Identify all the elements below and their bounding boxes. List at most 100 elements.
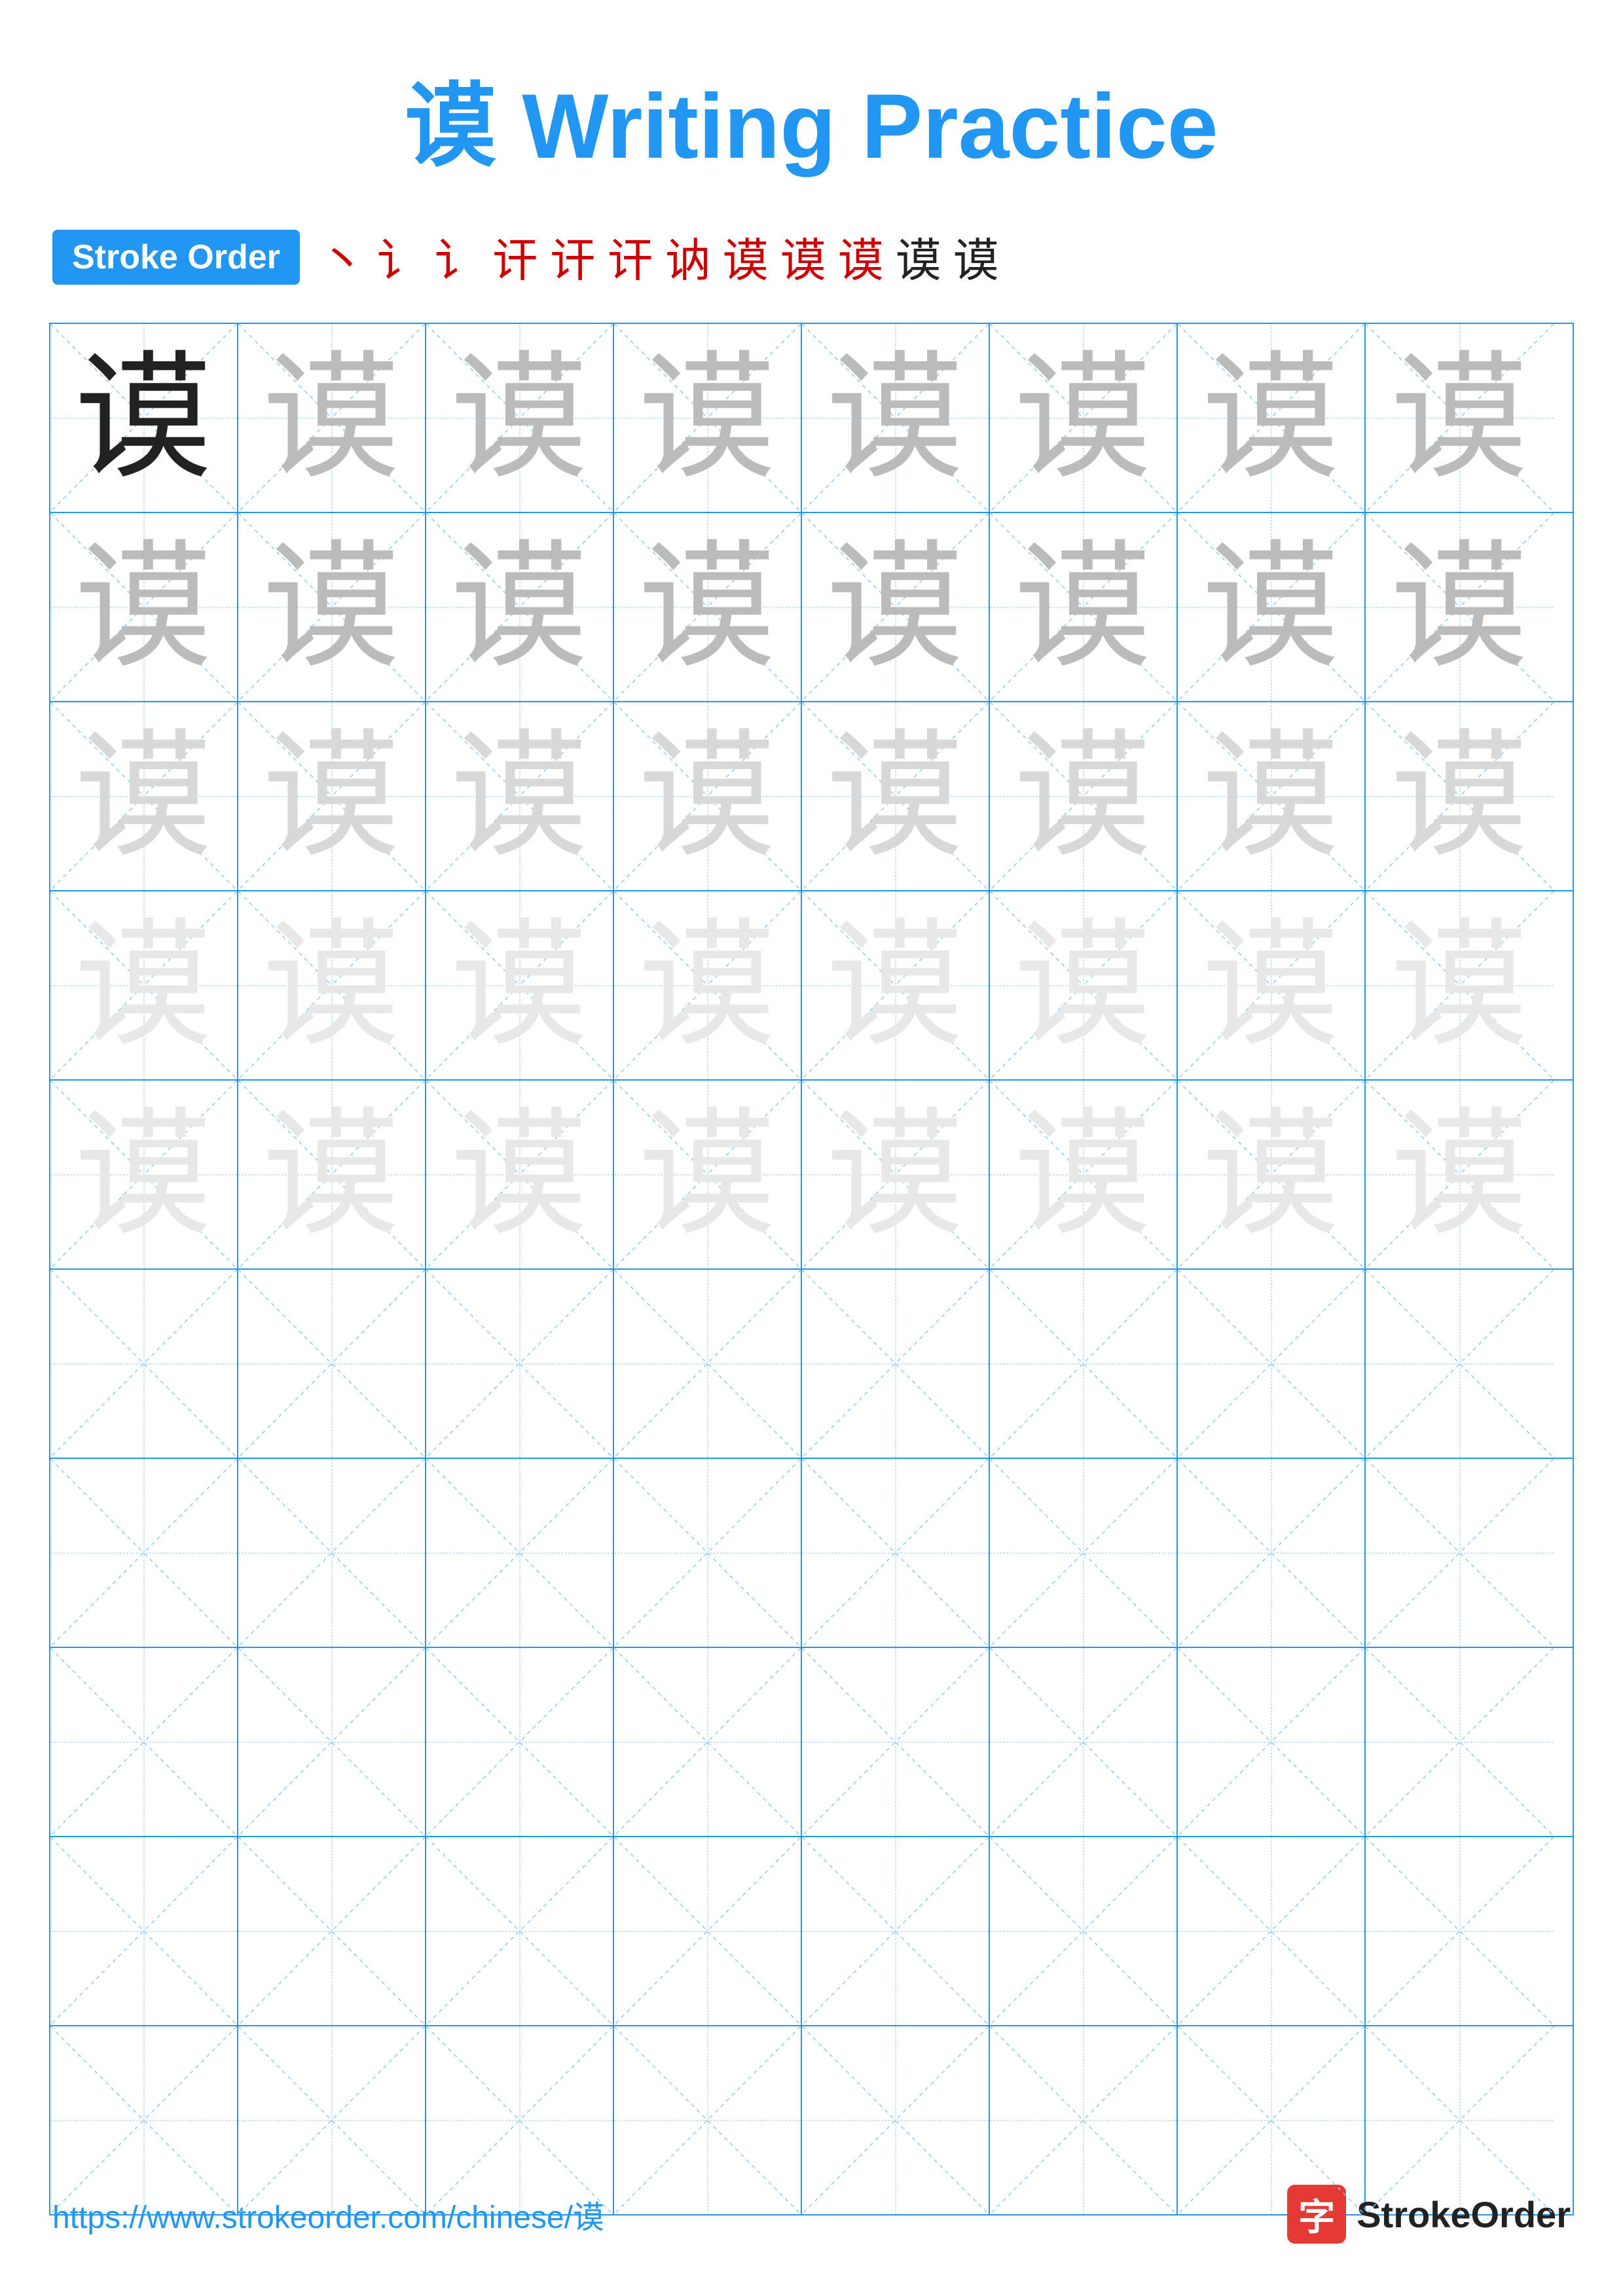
grid-cell-7-3[interactable] (426, 1459, 614, 1647)
grid-cell-6-5[interactable] (802, 1270, 990, 1458)
grid-cell-1-1[interactable]: 谟 (50, 324, 238, 512)
grid-cell-9-8[interactable] (1366, 1837, 1554, 2025)
practice-char: 谟 (263, 728, 400, 865)
practice-char: 谟 (1391, 1106, 1528, 1244)
practice-char: 谟 (826, 728, 964, 865)
practice-char: 谟 (450, 539, 588, 676)
title-char: 谟 (405, 75, 496, 177)
grid-cell-2-1[interactable]: 谟 (50, 513, 238, 701)
grid-cell-5-3[interactable]: 谟 (426, 1081, 614, 1268)
grid-cell-7-5[interactable] (802, 1459, 990, 1647)
footer-url[interactable]: https://www.strokeorder.com/chinese/谟 (52, 2191, 604, 2237)
grid-cell-9-7[interactable] (1178, 1837, 1366, 2025)
practice-char: 谟 (1014, 728, 1152, 865)
practice-char: 谟 (75, 1106, 212, 1244)
practice-char: 谟 (1014, 539, 1152, 676)
grid-cell-4-1[interactable]: 谟 (50, 891, 238, 1079)
grid-cell-7-6[interactable] (990, 1459, 1178, 1647)
grid-cell-4-6[interactable]: 谟 (990, 891, 1178, 1079)
grid-cell-9-2[interactable] (238, 1837, 426, 2025)
grid-cell-9-4[interactable] (614, 1837, 802, 2025)
grid-cell-6-6[interactable] (990, 1270, 1178, 1458)
grid-cell-3-2[interactable]: 谟 (238, 702, 426, 890)
grid-cell-7-7[interactable] (1178, 1459, 1366, 1647)
grid-cell-1-4[interactable]: 谟 (614, 324, 802, 512)
grid-cell-6-2[interactable] (238, 1270, 426, 1458)
grid-cell-3-3[interactable]: 谟 (426, 702, 614, 890)
grid-cell-3-4[interactable]: 谟 (614, 702, 802, 890)
grid-cell-4-3[interactable]: 谟 (426, 891, 614, 1079)
grid-cell-3-6[interactable]: 谟 (990, 702, 1178, 890)
grid-cell-1-8[interactable]: 谟 (1366, 324, 1554, 512)
grid-cell-5-2[interactable]: 谟 (238, 1081, 426, 1268)
stroke-chars: 丶 讠 讠 讦 讦 讦 讷 谟 谟 谟 谟 谟 (319, 224, 999, 290)
grid-cell-5-8[interactable]: 谟 (1366, 1081, 1554, 1268)
practice-char: 谟 (1202, 1106, 1340, 1244)
grid-cell-2-5[interactable]: 谟 (802, 513, 990, 701)
practice-char: 谟 (450, 1106, 588, 1244)
grid-cell-2-3[interactable]: 谟 (426, 513, 614, 701)
stroke-7: 讷 (665, 224, 711, 290)
grid-cell-1-2[interactable]: 谟 (238, 324, 426, 512)
grid-cell-6-1[interactable] (50, 1270, 238, 1458)
grid-cell-5-4[interactable]: 谟 (614, 1081, 802, 1268)
grid-row-6 (50, 1270, 1573, 1459)
stroke-4: 讦 (492, 224, 538, 290)
stroke-9: 谟 (780, 224, 826, 290)
grid-cell-3-8[interactable]: 谟 (1366, 702, 1554, 890)
grid-cell-8-5[interactable] (802, 1648, 990, 1836)
practice-char: 谟 (638, 917, 776, 1054)
stroke-8: 谟 (723, 224, 769, 290)
grid-cell-7-1[interactable] (50, 1459, 238, 1647)
grid-cell-7-4[interactable] (614, 1459, 802, 1647)
grid-cell-4-8[interactable]: 谟 (1366, 891, 1554, 1079)
grid-cell-4-2[interactable]: 谟 (238, 891, 426, 1079)
grid-cell-5-7[interactable]: 谟 (1178, 1081, 1366, 1268)
grid-cell-9-3[interactable] (426, 1837, 614, 2025)
grid-cell-8-2[interactable] (238, 1648, 426, 1836)
practice-char: 谟 (826, 1106, 964, 1244)
grid-cell-6-3[interactable] (426, 1270, 614, 1458)
grid-cell-9-5[interactable] (802, 1837, 990, 2025)
practice-char: 谟 (75, 917, 212, 1054)
grid-cell-5-5[interactable]: 谟 (802, 1081, 990, 1268)
practice-char: 谟 (263, 350, 400, 487)
grid-cell-8-7[interactable] (1178, 1648, 1366, 1836)
grid-cell-5-6[interactable]: 谟 (990, 1081, 1178, 1268)
grid-cell-1-5[interactable]: 谟 (802, 324, 990, 512)
grid-cell-3-1[interactable]: 谟 (50, 702, 238, 890)
grid-cell-2-6[interactable]: 谟 (990, 513, 1178, 701)
stroke-3: 讠 (435, 224, 481, 290)
practice-char: 谟 (75, 728, 212, 865)
grid-row-3: 谟 谟 谟 谟 谟 谟 谟 谟 (50, 702, 1573, 891)
practice-char: 谟 (450, 728, 588, 865)
grid-cell-5-1[interactable]: 谟 (50, 1081, 238, 1268)
footer-brand: 字 StrokeOrder (1287, 2185, 1571, 2244)
grid-cell-8-3[interactable] (426, 1648, 614, 1836)
grid-cell-2-2[interactable]: 谟 (238, 513, 426, 701)
grid-cell-7-8[interactable] (1366, 1459, 1554, 1647)
grid-cell-9-6[interactable] (990, 1837, 1178, 2025)
grid-cell-3-7[interactable]: 谟 (1178, 702, 1366, 890)
grid-cell-6-8[interactable] (1366, 1270, 1554, 1458)
grid-cell-6-7[interactable] (1178, 1270, 1366, 1458)
grid-cell-8-4[interactable] (614, 1648, 802, 1836)
grid-cell-4-5[interactable]: 谟 (802, 891, 990, 1079)
grid-cell-9-1[interactable] (50, 1837, 238, 2025)
grid-cell-2-4[interactable]: 谟 (614, 513, 802, 701)
grid-cell-4-4[interactable]: 谟 (614, 891, 802, 1079)
grid-cell-1-3[interactable]: 谟 (426, 324, 614, 512)
grid-cell-8-6[interactable] (990, 1648, 1178, 1836)
grid-cell-4-7[interactable]: 谟 (1178, 891, 1366, 1079)
grid-cell-2-7[interactable]: 谟 (1178, 513, 1366, 701)
grid-cell-3-5[interactable]: 谟 (802, 702, 990, 890)
grid-cell-7-2[interactable] (238, 1459, 426, 1647)
grid-cell-8-1[interactable] (50, 1648, 238, 1836)
practice-char: 谟 (450, 350, 588, 487)
grid-row-7 (50, 1459, 1573, 1648)
grid-cell-2-8[interactable]: 谟 (1366, 513, 1554, 701)
grid-cell-6-4[interactable] (614, 1270, 802, 1458)
grid-cell-1-7[interactable]: 谟 (1178, 324, 1366, 512)
grid-cell-1-6[interactable]: 谟 (990, 324, 1178, 512)
grid-cell-8-8[interactable] (1366, 1648, 1554, 1836)
